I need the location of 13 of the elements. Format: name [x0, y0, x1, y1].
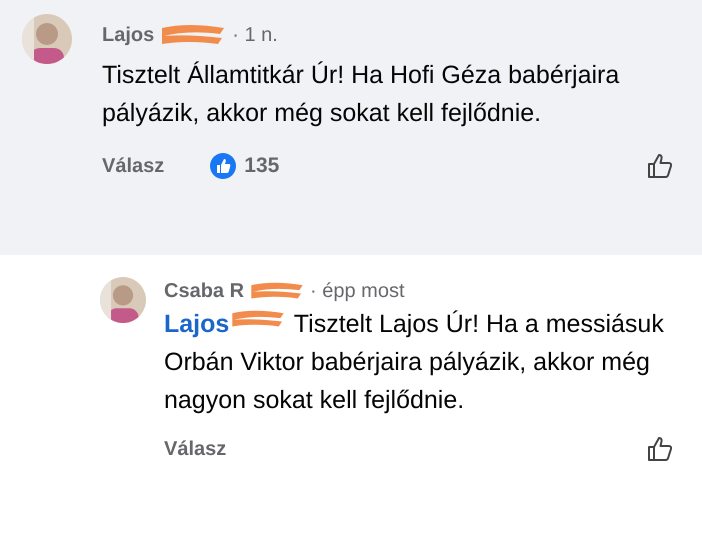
reply-link[interactable]: Válasz — [164, 438, 226, 460]
like-icon[interactable] — [646, 152, 674, 180]
mention-link[interactable]: Lajos — [164, 310, 230, 338]
comment-text: Tisztelt Államtitkár Úr! Ha Hofi Géza babérjaira pályázik, akkor még sokat kell fejlődnie. — [102, 60, 620, 129]
reply-link[interactable]: Válasz — [102, 154, 164, 178]
comment-time: · 1 n. — [232, 24, 278, 46]
comment-time: · épp most — [310, 280, 405, 302]
author-name[interactable]: Csaba R — [164, 280, 244, 302]
comment-text: Lajos Tisztelt Lajos Úr! Ha a messiásuk Orbán Viktor babérjaira pályázik, akkor még nagyon sokat kell fejlődnie. — [164, 305, 674, 419]
like-count: 135 — [244, 154, 280, 178]
author-name[interactable]: Lajos — [102, 24, 154, 46]
like-icon[interactable] — [646, 435, 674, 463]
like-badge-icon — [210, 153, 236, 179]
